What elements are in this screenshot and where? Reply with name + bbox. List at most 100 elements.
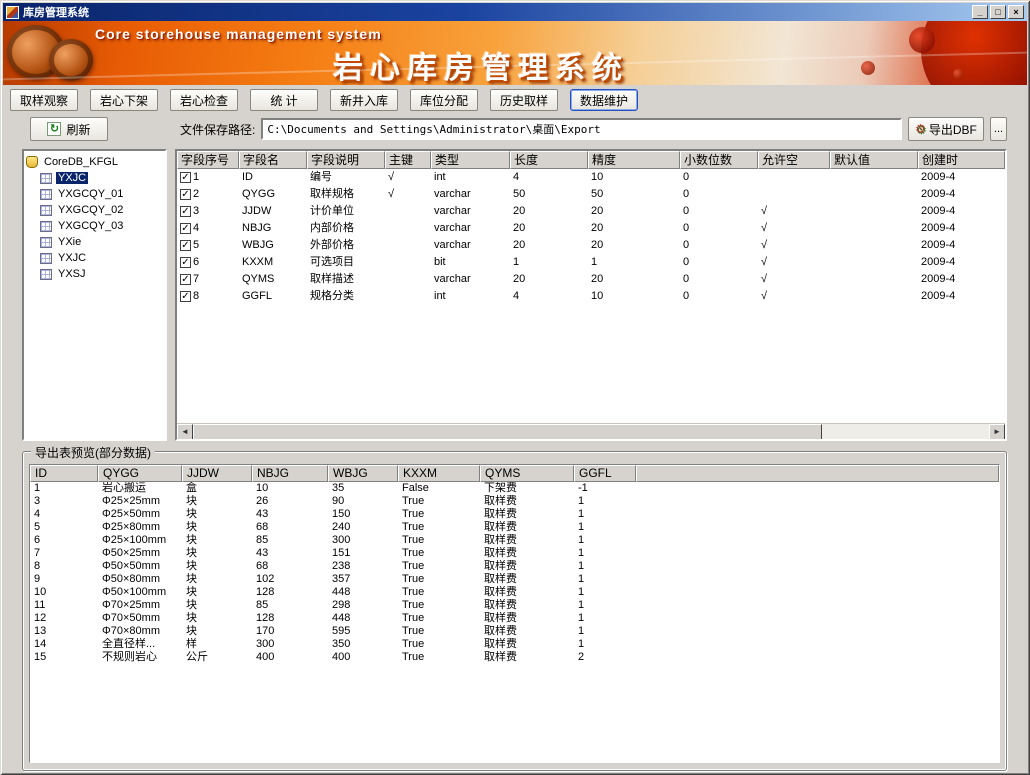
row-checkbox[interactable]: ✓: [180, 206, 191, 217]
cell: 块: [182, 547, 252, 560]
cell: 300: [252, 638, 328, 651]
column-header[interactable]: GGFL: [574, 465, 636, 482]
table-row[interactable]: 4Φ25×50mm块43150True取样费1: [30, 508, 999, 521]
cell: 5: [30, 521, 98, 534]
tree-item[interactable]: YXSJ: [26, 266, 163, 282]
row-checkbox[interactable]: ✓: [180, 223, 191, 234]
cell: 下架费: [480, 482, 574, 495]
cell: Φ25×100mm: [98, 534, 182, 547]
toolbar-button-4[interactable]: 统 计: [250, 89, 318, 111]
column-header[interactable]: ID: [30, 465, 98, 482]
table-row[interactable]: 10Φ50×100mm块128448True取样费1: [30, 586, 999, 599]
cell: 102: [252, 573, 328, 586]
scroll-left-arrow[interactable]: ◄: [177, 424, 193, 440]
tree-item[interactable]: YXGCQY_01: [26, 186, 163, 202]
table-row[interactable]: 12Φ70×50mm块128448True取样费1: [30, 612, 999, 625]
column-header[interactable]: 字段名: [239, 151, 307, 169]
toolbar-button-1[interactable]: 取样观察: [10, 89, 78, 111]
cell: 20: [510, 237, 588, 254]
tree-root-node[interactable]: CoreDB_KFGL: [26, 154, 163, 170]
table-row[interactable]: 6Φ25×100mm块85300True取样费1: [30, 534, 999, 547]
row-checkbox[interactable]: ✓: [180, 257, 191, 268]
browse-more-button[interactable]: ...: [990, 117, 1007, 141]
column-header[interactable]: 默认值: [830, 151, 918, 169]
tree-item[interactable]: YXGCQY_03: [26, 218, 163, 234]
column-header[interactable]: 精度: [588, 151, 680, 169]
column-header[interactable]: WBJG: [328, 465, 398, 482]
save-path-input[interactable]: [261, 118, 902, 140]
table-row[interactable]: 3Φ25×25mm块2690True取样费1: [30, 495, 999, 508]
column-header[interactable]: 主键: [385, 151, 431, 169]
scroll-track[interactable]: [193, 424, 989, 439]
minimize-button[interactable]: _: [972, 5, 988, 19]
toolbar-button-5[interactable]: 新井入库: [330, 89, 398, 111]
table-row[interactable]: 1岩心搬运盒1035False下架费-1: [30, 482, 999, 495]
column-header[interactable]: QYGG: [98, 465, 182, 482]
cell: 1: [574, 560, 636, 573]
column-header[interactable]: 小数位数: [680, 151, 758, 169]
cell: 128: [252, 586, 328, 599]
tree-item[interactable]: YXGCQY_02: [26, 202, 163, 218]
cell: True: [398, 599, 480, 612]
row-checkbox[interactable]: ✓: [180, 189, 191, 200]
row-checkbox[interactable]: ✓: [180, 240, 191, 251]
cell: 595: [328, 625, 398, 638]
cell: √: [758, 254, 830, 271]
column-header[interactable]: 允许空: [758, 151, 830, 169]
table-row[interactable]: 5Φ25×80mm块68240True取样费1: [30, 521, 999, 534]
table-icon: [40, 189, 52, 200]
tree-item[interactable]: YXJC: [26, 250, 163, 266]
column-header[interactable]: 类型: [431, 151, 510, 169]
table-row[interactable]: 13Φ70×80mm块170595True取样费1: [30, 625, 999, 638]
toolbar-button-2[interactable]: 岩心下架: [90, 89, 158, 111]
refresh-button-label: 刷新: [66, 121, 90, 138]
row-checkbox[interactable]: ✓: [180, 291, 191, 302]
toolbar-button-8[interactable]: 数据维护: [570, 89, 638, 111]
cell: NBJG: [239, 220, 307, 237]
table-row[interactable]: 7Φ50×25mm块43151True取样费1: [30, 547, 999, 560]
scroll-thumb[interactable]: [193, 424, 822, 440]
row-checkbox[interactable]: ✓: [180, 274, 191, 285]
row-number-cell: ✓5: [177, 237, 239, 254]
fields-hscrollbar[interactable]: ◄ ►: [177, 423, 1005, 439]
cell: 50: [510, 186, 588, 203]
cell: 150: [328, 508, 398, 521]
cell: 块: [182, 495, 252, 508]
toolbar-button-6[interactable]: 库位分配: [410, 89, 478, 111]
table-row[interactable]: 8Φ50×50mm块68238True取样费1: [30, 560, 999, 573]
scroll-right-arrow[interactable]: ►: [989, 424, 1005, 440]
column-header[interactable]: 字段序号: [177, 151, 239, 169]
tree-item[interactable]: YXie: [26, 234, 163, 250]
close-button[interactable]: ×: [1008, 5, 1024, 19]
refresh-button[interactable]: ↻ 刷新: [30, 117, 108, 141]
table-row[interactable]: 15不规则岩心公斤400400True取样费2: [30, 651, 999, 664]
titlebar: 库房管理系统 _ □ ×: [3, 3, 1027, 21]
cell: 11: [30, 599, 98, 612]
column-header[interactable]: 字段说明: [307, 151, 385, 169]
table-row[interactable]: 11Φ70×25mm块85298True取样费1: [30, 599, 999, 612]
table-row[interactable]: 14全直径样...样300350True取样费1: [30, 638, 999, 651]
maximize-button[interactable]: □: [990, 5, 1006, 19]
column-header[interactable]: QYMS: [480, 465, 574, 482]
cell: 20: [510, 203, 588, 220]
cell: True: [398, 508, 480, 521]
toolbar-button-7[interactable]: 历史取样: [490, 89, 558, 111]
row-checkbox[interactable]: ✓: [180, 172, 191, 183]
column-header[interactable]: 创建时: [918, 151, 1005, 169]
column-header[interactable]: NBJG: [252, 465, 328, 482]
table-icon: [40, 237, 52, 248]
toolbar-button-3[interactable]: 岩心检查: [170, 89, 238, 111]
column-header[interactable]: JJDW: [182, 465, 252, 482]
tree-item[interactable]: YXJC: [26, 170, 163, 186]
column-header[interactable]: KXXM: [398, 465, 480, 482]
cell: 取样费: [480, 547, 574, 560]
export-dbf-button[interactable]: ⚙ 导出DBF: [908, 117, 984, 141]
cell: 块: [182, 586, 252, 599]
cell: 取样费: [480, 534, 574, 547]
table-row: ✓4NBJG内部价格varchar20200√2009-4: [177, 220, 1005, 237]
database-icon: [26, 156, 38, 168]
column-header[interactable]: 长度: [510, 151, 588, 169]
cell: Φ70×50mm: [98, 612, 182, 625]
table-row[interactable]: 9Φ50×80mm块102357True取样费1: [30, 573, 999, 586]
main-area: CoreDB_KFGL YXJCYXGCQY_01YXGCQY_02YXGCQY…: [22, 149, 1007, 441]
